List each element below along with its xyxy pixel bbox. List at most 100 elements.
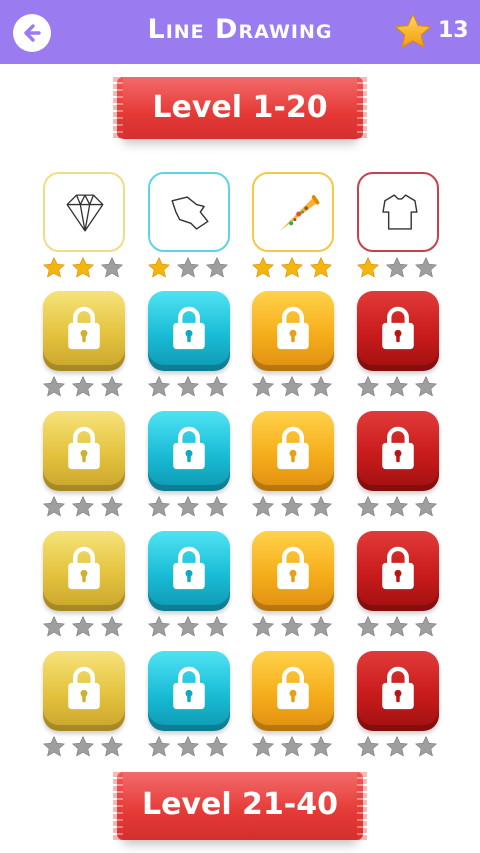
lock-icon [173, 306, 205, 350]
star-empty-icon [72, 496, 94, 517]
star-empty-icon [101, 257, 123, 278]
star-filled-icon [252, 257, 274, 278]
level-stars [43, 735, 125, 759]
star-empty-icon [206, 736, 228, 757]
lock-icon [382, 426, 414, 470]
star-empty-icon [43, 496, 65, 517]
locked-level-button[interactable] [357, 531, 439, 611]
locked-level-button[interactable] [43, 531, 125, 611]
level-stars [357, 615, 439, 639]
lock-icon [173, 666, 205, 710]
level-stars [148, 256, 230, 280]
level-stars [252, 375, 334, 399]
level-range-banner-bottom[interactable]: Level 21-40 [113, 772, 367, 840]
star-empty-icon [386, 616, 408, 637]
star-empty-icon [72, 376, 94, 397]
level-stars [357, 495, 439, 519]
star-empty-icon [252, 616, 274, 637]
star-empty-icon [43, 376, 65, 397]
star-empty-icon [148, 736, 170, 757]
star-empty-icon [252, 736, 274, 757]
level-stars [148, 735, 230, 759]
star-empty-icon [310, 736, 332, 757]
pizza-slice-icon [279, 195, 320, 231]
lock-icon [382, 666, 414, 710]
star-empty-icon [101, 376, 123, 397]
locked-level-button[interactable] [252, 531, 334, 611]
level-button[interactable] [43, 172, 125, 252]
star-empty-icon [357, 496, 379, 517]
locked-level-button[interactable] [43, 411, 125, 491]
level-button[interactable] [252, 172, 334, 252]
locked-level-button[interactable] [357, 651, 439, 731]
level-stars [252, 615, 334, 639]
star-empty-icon [357, 376, 379, 397]
star-empty-icon [386, 376, 408, 397]
lock-icon [68, 306, 100, 350]
star-empty-icon [357, 616, 379, 637]
star-empty-icon [177, 616, 199, 637]
locked-level-button[interactable] [148, 651, 230, 731]
star-empty-icon [415, 616, 437, 637]
star-empty-icon [43, 616, 65, 637]
star-empty-icon [386, 257, 408, 278]
tshirt-drawing-icon [382, 194, 418, 230]
locked-level-button[interactable] [252, 291, 334, 371]
star-empty-icon [357, 736, 379, 757]
level-stars [252, 256, 334, 280]
locked-level-button[interactable] [43, 291, 125, 371]
locked-level-button[interactable] [252, 411, 334, 491]
star-filled-icon [281, 257, 303, 278]
level-stars [148, 495, 230, 519]
star-empty-icon [206, 496, 228, 517]
star-empty-icon [415, 736, 437, 757]
level-button[interactable] [148, 172, 230, 252]
star-empty-icon [310, 616, 332, 637]
locked-level-button[interactable] [357, 291, 439, 371]
star-empty-icon [177, 257, 199, 278]
star-empty-icon [43, 736, 65, 757]
star-empty-icon [206, 257, 228, 278]
star-empty-icon [148, 376, 170, 397]
star-empty-icon [72, 736, 94, 757]
star-icon [395, 14, 431, 48]
level-range-label: Level 1-20 [152, 90, 328, 125]
star-empty-icon [415, 496, 437, 517]
lock-icon [277, 666, 309, 710]
level-stars [148, 375, 230, 399]
top-bar: Line Drawing 13 [0, 0, 480, 64]
locked-level-button[interactable] [148, 291, 230, 371]
level-stars [357, 375, 439, 399]
level-stars [148, 615, 230, 639]
star-empty-icon [148, 496, 170, 517]
star-total-value: 13 [438, 18, 469, 43]
locked-level-button[interactable] [148, 531, 230, 611]
star-empty-icon [206, 616, 228, 637]
star-empty-icon [281, 736, 303, 757]
level-button[interactable] [357, 172, 439, 252]
lock-icon [277, 546, 309, 590]
star-empty-icon [310, 376, 332, 397]
star-empty-icon [101, 736, 123, 757]
star-filled-icon [43, 257, 65, 278]
star-empty-icon [101, 496, 123, 517]
lock-icon [173, 546, 205, 590]
star-empty-icon [206, 376, 228, 397]
star-empty-icon [386, 736, 408, 757]
level-range-banner-top: Level 1-20 [113, 77, 367, 139]
level-stars [252, 735, 334, 759]
level-stars [43, 256, 125, 280]
locked-level-button[interactable] [252, 651, 334, 731]
star-empty-icon [281, 616, 303, 637]
level-stars [43, 615, 125, 639]
locked-level-button[interactable] [43, 651, 125, 731]
lock-icon [173, 426, 205, 470]
locked-level-button[interactable] [357, 411, 439, 491]
level-range-label: Level 21-40 [141, 787, 339, 822]
lock-icon [68, 426, 100, 470]
lock-icon [277, 306, 309, 350]
locked-level-button[interactable] [148, 411, 230, 491]
level-stars [357, 256, 439, 280]
lock-icon [382, 546, 414, 590]
diamond-drawing-icon [66, 194, 104, 232]
